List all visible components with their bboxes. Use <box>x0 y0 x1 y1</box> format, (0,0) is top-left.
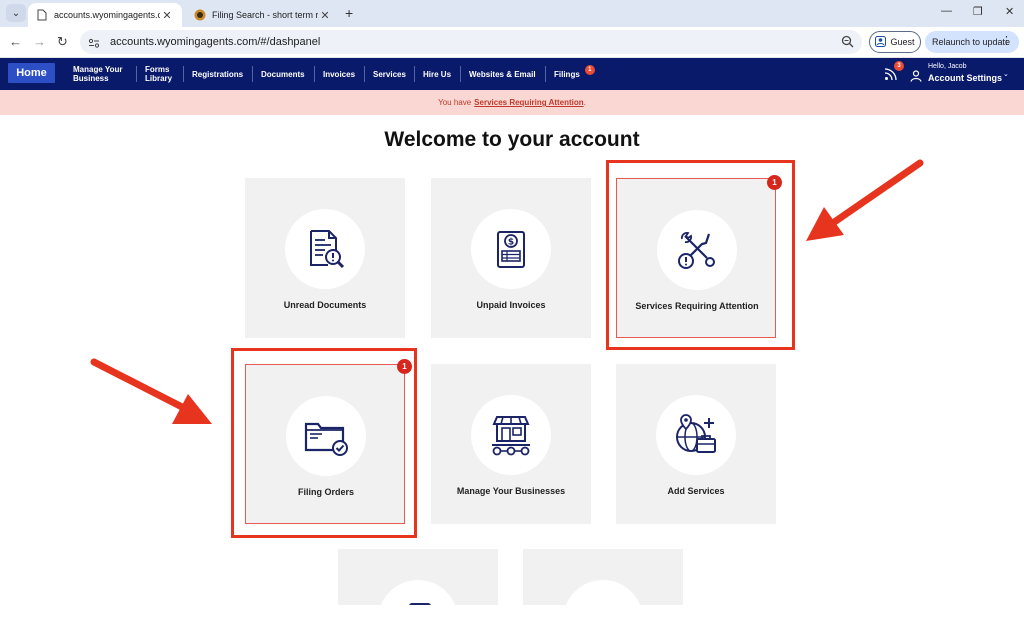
alert-suffix: . <box>583 98 586 107</box>
reload-icon[interactable]: ↻ <box>57 34 68 50</box>
site-info-icon[interactable] <box>88 36 100 48</box>
greeting: Hello, Jacob <box>928 63 967 70</box>
back-icon[interactable]: ← <box>9 34 22 49</box>
nav-divider <box>460 66 461 82</box>
nav-label: Websites & Email <box>469 69 536 79</box>
zoom-icon[interactable] <box>841 35 854 53</box>
filings-badge: 1 <box>584 65 595 75</box>
nav-label: Documents <box>261 69 305 79</box>
profile-icon <box>875 35 887 49</box>
menu-dots-icon[interactable]: ⋮ <box>1001 34 1012 47</box>
invoice-dollar-icon: $ <box>497 231 525 268</box>
alert-text: You have <box>438 98 472 107</box>
nav-home[interactable]: Home <box>8 63 55 83</box>
nav-divider <box>252 66 253 82</box>
new-tab-button[interactable]: + <box>345 5 353 21</box>
card-icon-circle <box>378 580 458 605</box>
annotation-arrow <box>90 358 212 424</box>
window-close-icon[interactable]: ✕ <box>1005 5 1014 18</box>
close-tab-icon[interactable]: ✕ <box>160 9 174 22</box>
minimize-icon[interactable]: — <box>941 5 952 17</box>
highlight-box <box>606 160 795 350</box>
services-attention-link[interactable]: Services Requiring Attention <box>474 98 584 107</box>
card-row3-right[interactable] <box>523 549 683 605</box>
nav-registrations[interactable]: Registrations <box>192 58 243 90</box>
forward-icon[interactable]: → <box>33 34 46 49</box>
nav-websites-email[interactable]: Websites & Email <box>469 58 536 90</box>
attention-alert: You have Services Requiring Attention . <box>0 90 1024 115</box>
annotation-arrow <box>806 159 924 241</box>
highlight-box <box>231 348 417 538</box>
card-unpaid-invoices[interactable]: $ Unpaid Invoices <box>431 178 591 338</box>
browser-toolbar: ← → ↻ accounts.wyomingagents.com/#/dashp… <box>0 27 1024 58</box>
card-row3-left[interactable] <box>338 549 498 605</box>
nav-divider <box>545 66 546 82</box>
nav-label: Registrations <box>192 69 244 79</box>
relaunch-button[interactable]: Relaunch to update ⋮ <box>925 31 1019 53</box>
restore-icon[interactable]: ❐ <box>973 5 983 18</box>
nav-label: Invoices <box>323 69 356 79</box>
account-settings-link[interactable]: Account Settings <box>928 73 1002 83</box>
nav-divider <box>364 66 365 82</box>
card-label: Unpaid Invoices <box>476 300 546 310</box>
nav-label: Filings <box>554 69 580 79</box>
browser-tab-bar: ⌄ accounts.wyomingagents.com/# ✕ Filing … <box>0 0 1024 27</box>
svg-text:$: $ <box>508 238 514 248</box>
card-add-services[interactable]: Add Services <box>616 364 776 524</box>
document-search-icon <box>310 230 345 269</box>
rss-badge: 3 <box>894 61 904 71</box>
card-icon-circle <box>656 395 736 475</box>
nav-divider <box>314 66 315 82</box>
card-label: Add Services <box>667 486 725 496</box>
card-unread-documents[interactable]: Unread Documents <box>245 178 405 338</box>
url-text: accounts.wyomingagents.com/#/dashpanel <box>110 36 321 48</box>
nav-forms-library[interactable]: Forms Library <box>145 58 177 90</box>
tab-title: Filing Search - short term renta <box>212 10 318 20</box>
user-icon[interactable] <box>910 69 922 87</box>
address-bar[interactable]: accounts.wyomingagents.com/#/dashpanel <box>80 30 862 54</box>
card-icon-circle <box>563 580 643 605</box>
storefront-icon <box>492 416 530 456</box>
globe-briefcase-icon <box>676 414 716 453</box>
guest-label: Guest <box>890 37 915 47</box>
nav-manage-your-business[interactable]: Manage Your Business <box>73 58 131 90</box>
relaunch-label: Relaunch to update <box>932 37 1011 47</box>
id-card-icon <box>409 603 431 605</box>
page-icon <box>36 9 48 21</box>
close-tab-icon[interactable]: ✕ <box>318 9 332 22</box>
chevron-down-icon[interactable]: ⌄ <box>1003 70 1009 78</box>
card-icon-circle <box>471 395 551 475</box>
nav-label: Services <box>373 69 406 79</box>
nav-documents[interactable]: Documents <box>261 58 305 90</box>
nav-label: Manage Your Business <box>73 65 123 83</box>
nav-label: Forms Library <box>145 65 173 83</box>
nav-divider <box>183 66 184 82</box>
nav-filings[interactable]: Filings 1 <box>554 58 595 90</box>
card-label: Unread Documents <box>283 300 367 310</box>
favicon-icon <box>194 9 206 21</box>
card-icon-circle: $ <box>471 209 551 289</box>
browser-tab-inactive[interactable]: Filing Search - short term renta ✕ <box>186 3 340 27</box>
envelope-icon <box>581 598 625 605</box>
tab-title: accounts.wyomingagents.com/# <box>54 10 160 20</box>
card-icon-circle <box>285 209 365 289</box>
card-manage-your-businesses[interactable]: Manage Your Businesses <box>431 364 591 524</box>
site-navbar: Home Manage Your Business Forms Library … <box>0 58 1024 90</box>
nav-hire-us[interactable]: Hire Us <box>423 58 451 90</box>
nav-services[interactable]: Services <box>373 58 406 90</box>
card-label: Manage Your Businesses <box>456 486 566 496</box>
nav-divider <box>136 66 137 82</box>
nav-label: Hire Us <box>423 69 452 79</box>
browser-tab-active[interactable]: accounts.wyomingagents.com/# ✕ <box>28 3 182 27</box>
page-title: Welcome to your account <box>384 128 640 151</box>
guest-profile-button[interactable]: Guest <box>869 31 921 53</box>
nav-invoices[interactable]: Invoices <box>323 58 355 90</box>
nav-divider <box>414 66 415 82</box>
tab-search-button[interactable]: ⌄ <box>6 4 26 22</box>
